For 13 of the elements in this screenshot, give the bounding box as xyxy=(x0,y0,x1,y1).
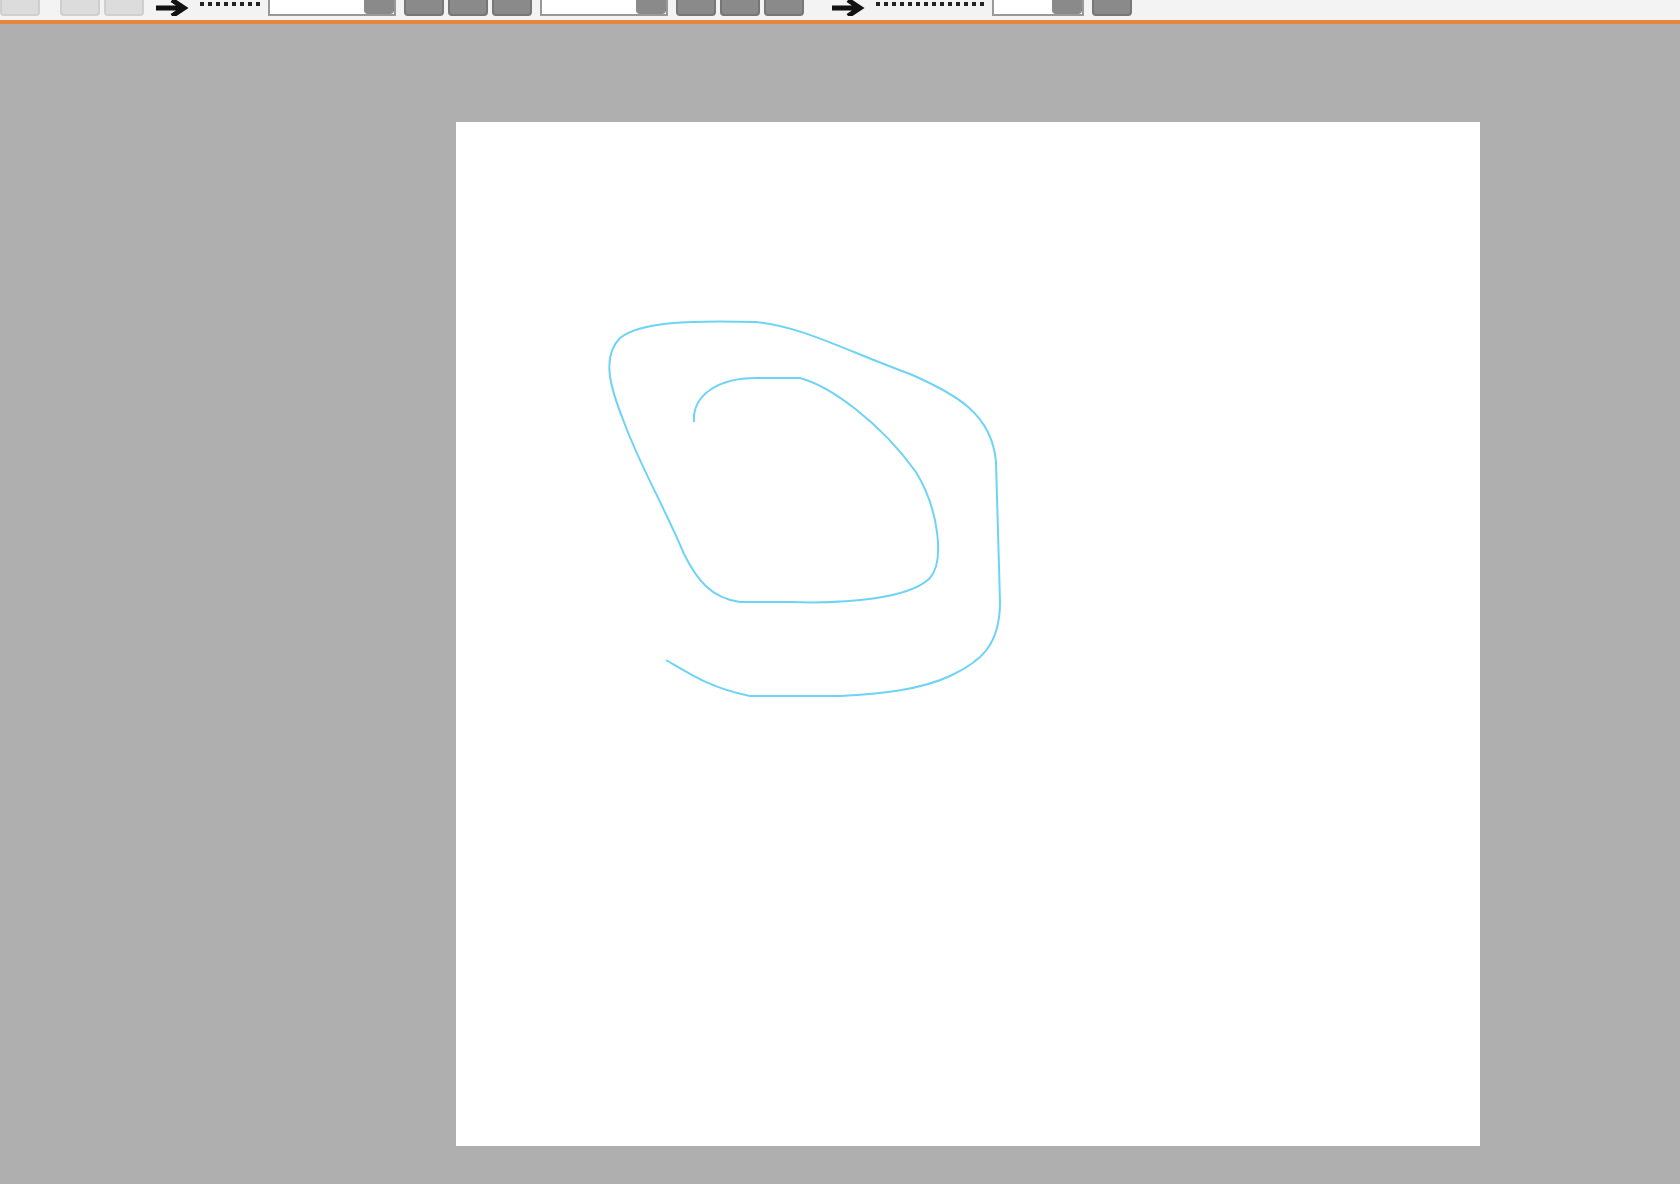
toolbar-button[interactable] xyxy=(492,0,532,16)
toolbar-button[interactable] xyxy=(448,0,488,16)
toolbar-button[interactable] xyxy=(404,0,444,16)
dropdown-field[interactable] xyxy=(540,0,668,16)
toolbar-button[interactable] xyxy=(764,0,804,16)
drawing-canvas[interactable] xyxy=(456,122,1480,1146)
arrow-icon[interactable] xyxy=(152,0,192,16)
dropdown-field[interactable] xyxy=(992,0,1084,16)
toolbar-button[interactable] xyxy=(1092,0,1132,16)
toolbar-button[interactable] xyxy=(720,0,760,16)
arrow-icon[interactable] xyxy=(828,0,868,16)
toolbar-button[interactable] xyxy=(676,0,716,16)
dropdown-field[interactable] xyxy=(268,0,396,16)
